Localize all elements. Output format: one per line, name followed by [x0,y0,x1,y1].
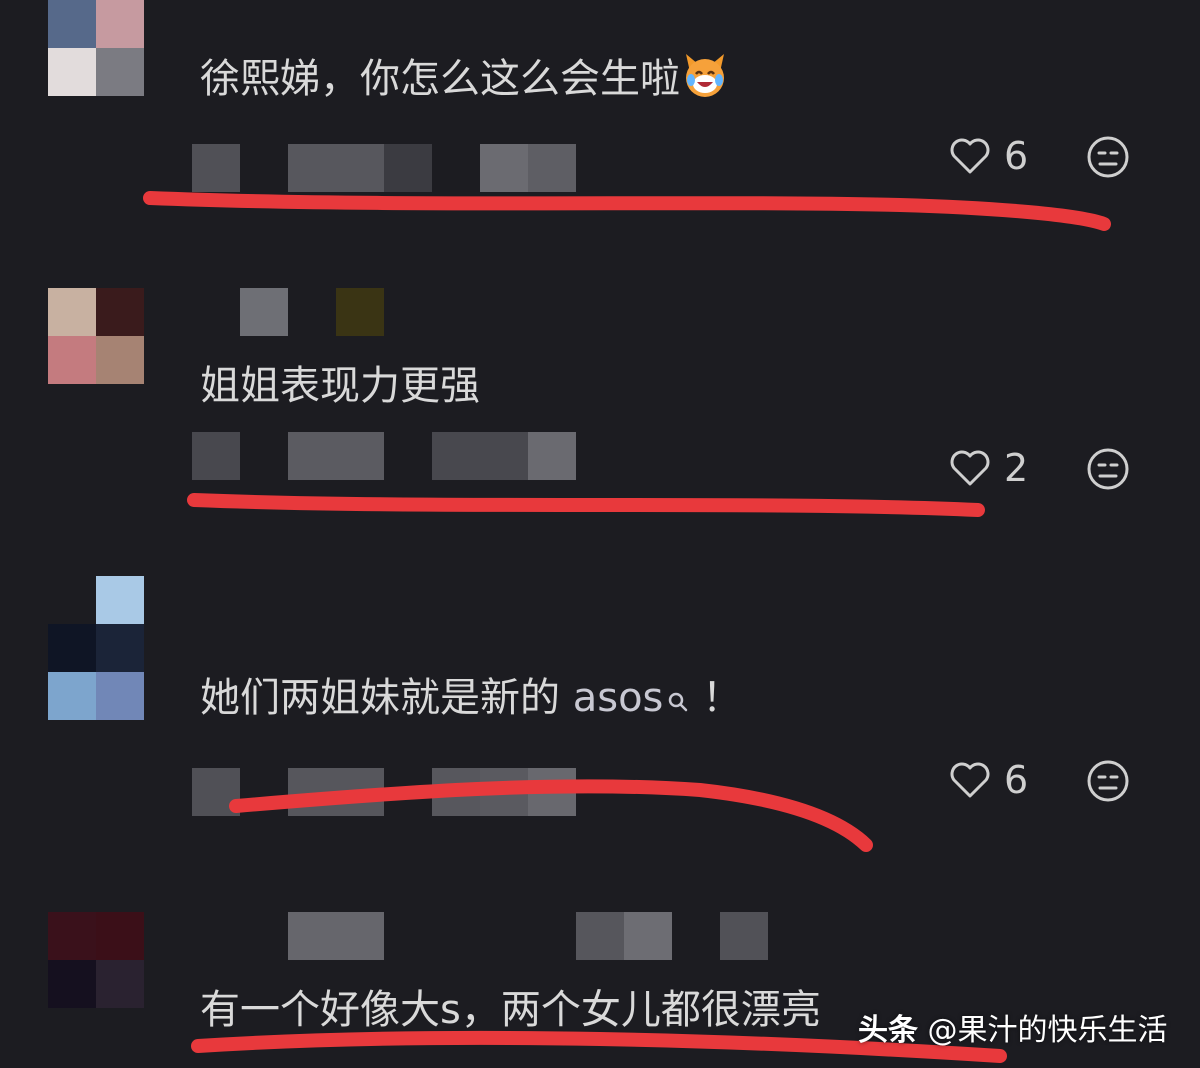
watermark: 头条 @果汁的快乐生活 [858,1005,1168,1049]
like-button[interactable]: 6 [948,758,1028,802]
dislike-face-icon[interactable] [1085,134,1131,180]
avatar[interactable] [48,576,144,720]
search-keyword-link[interactable]: asos [573,675,664,721]
like-count: 6 [1004,758,1029,802]
like-button[interactable]: 6 [948,134,1028,178]
avatar[interactable] [48,288,144,384]
watermark-brand: 头条 [858,1013,918,1048]
heart-icon [950,762,990,798]
watermark-handle: @果汁的快乐生活 [927,1013,1168,1048]
like-count: 6 [1004,134,1029,178]
like-count: 2 [1004,446,1029,490]
comment-text: 她们两姐妹就是新的 asos ！ [200,675,743,721]
heart-icon [950,138,990,174]
heart-icon [950,450,990,486]
comment-text: 徐熙娣，你怎么这么会生啦 [200,50,730,103]
comment-text: 有一个好像大s，两个女儿都很漂亮 [200,987,821,1033]
search-icon[interactable] [667,691,689,713]
dislike-face-icon[interactable] [1085,758,1131,804]
dislike-face-icon[interactable] [1085,446,1131,492]
avatar[interactable] [48,0,144,96]
avatar[interactable] [48,912,144,1008]
like-button[interactable]: 2 [948,446,1028,490]
laughing-cat-emoji [686,54,724,97]
comment-text: 姐姐表现力更强 [200,363,480,409]
